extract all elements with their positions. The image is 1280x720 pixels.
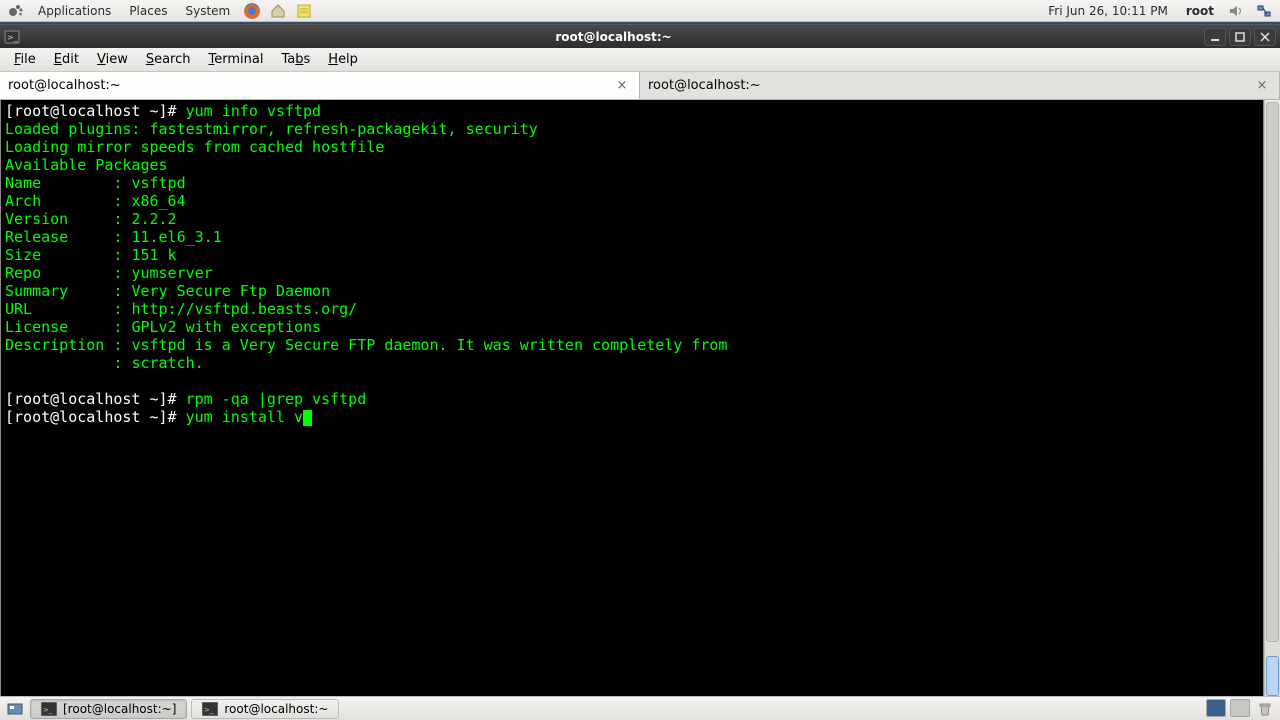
svg-text:>_: >_: [43, 706, 53, 714]
field-key: URL :: [5, 300, 131, 318]
maximize-button[interactable]: [1229, 28, 1251, 46]
cursor: [303, 410, 312, 426]
scrollbar-thumb-highlight[interactable]: [1266, 656, 1279, 696]
gnome-foot-icon[interactable]: [5, 0, 27, 22]
field-key: Release :: [5, 228, 131, 246]
field-key: Size :: [5, 246, 131, 264]
field-key: License :: [5, 318, 131, 336]
panel-left: Applications Places System: [4, 0, 316, 22]
command-text: yum install v: [186, 408, 303, 426]
field-key: Repo :: [5, 264, 131, 282]
terminal-window-icon: >_: [4, 29, 20, 45]
notes-icon[interactable]: [293, 0, 315, 22]
trash-icon[interactable]: [1254, 699, 1276, 719]
field-value: http://vsftpd.beasts.org/: [131, 300, 357, 318]
taskbar-button-1[interactable]: >_ [root@localhost:~]: [30, 699, 187, 719]
svg-text:>_: >_: [7, 33, 19, 42]
workspace-2[interactable]: [1230, 699, 1250, 717]
field-key: Arch :: [5, 192, 131, 210]
terminal-menubar: File Edit View Search Terminal Tabs Help: [0, 48, 1280, 72]
field-value: vsftpd: [131, 174, 185, 192]
gnome-bottom-panel: >_ [root@localhost:~] >_ root@localhost:…: [0, 696, 1280, 720]
clock[interactable]: Fri Jun 26, 10:11 PM: [1040, 4, 1176, 18]
scrollbar-thumb[interactable]: [1266, 102, 1279, 642]
svg-text:>_: >_: [204, 706, 214, 714]
command-text: yum info vsftpd: [186, 102, 321, 120]
show-desktop-button[interactable]: [4, 699, 26, 719]
field-value: 2.2.2: [131, 210, 176, 228]
panel-right: Fri Jun 26, 10:11 PM root: [1040, 0, 1276, 22]
close-button[interactable]: [1254, 28, 1276, 46]
prompt: [root@localhost ~]#: [5, 102, 186, 120]
system-menu[interactable]: System: [177, 2, 238, 20]
menu-view[interactable]: View: [89, 50, 136, 69]
network-icon[interactable]: [1253, 0, 1275, 22]
prompt: [root@localhost ~]#: [5, 408, 186, 426]
window-titlebar[interactable]: >_ root@localhost:~: [0, 24, 1280, 48]
terminal-tab-1[interactable]: root@localhost:~ ×: [0, 72, 640, 99]
output-line: Loaded plugins: fastestmirror, refresh-p…: [5, 120, 538, 138]
menu-edit[interactable]: Edit: [46, 50, 87, 69]
field-key: Version :: [5, 210, 131, 228]
command-text: rpm -qa |grep vsftpd: [186, 390, 367, 408]
home-icon[interactable]: [267, 0, 289, 22]
terminal-output[interactable]: [root@localhost ~]# yum info vsftpd Load…: [0, 100, 1264, 698]
tab-label: root@localhost:~: [8, 78, 121, 93]
taskbar-label: root@localhost:~: [224, 702, 328, 716]
prompt: [root@localhost ~]#: [5, 390, 186, 408]
terminal-tabstrip: root@localhost:~ × root@localhost:~ ×: [0, 72, 1280, 100]
applications-menu[interactable]: Applications: [30, 2, 119, 20]
menu-file[interactable]: File: [6, 50, 44, 69]
user-menu[interactable]: root: [1180, 4, 1220, 18]
taskbar-label: [root@localhost:~]: [63, 702, 176, 716]
field-value: scratch.: [131, 354, 203, 372]
field-key: Description :: [5, 336, 131, 354]
menu-tabs[interactable]: Tabs: [273, 50, 318, 69]
terminal-tab-2[interactable]: root@localhost:~ ×: [640, 72, 1280, 99]
taskbar-button-2[interactable]: >_ root@localhost:~: [191, 699, 339, 719]
field-value: x86_64: [131, 192, 185, 210]
volume-icon[interactable]: [1225, 0, 1247, 22]
field-key: Summary :: [5, 282, 131, 300]
terminal-scrollbar[interactable]: [1264, 100, 1280, 698]
field-value: Very Secure Ftp Daemon: [131, 282, 330, 300]
firefox-icon[interactable]: [241, 0, 263, 22]
field-value: vsftpd is a Very Secure FTP daemon. It w…: [131, 336, 727, 354]
field-value: 11.el6_3.1: [131, 228, 221, 246]
tab-close-icon[interactable]: ×: [1253, 77, 1271, 95]
tab-label: root@localhost:~: [648, 78, 761, 93]
field-value: 151 k: [131, 246, 176, 264]
field-value: yumserver: [131, 264, 212, 282]
terminal-area: [root@localhost ~]# yum info vsftpd Load…: [0, 100, 1280, 698]
field-key: Name :: [5, 174, 131, 192]
places-menu[interactable]: Places: [121, 2, 175, 20]
menu-terminal[interactable]: Terminal: [201, 50, 272, 69]
workspace-1[interactable]: [1206, 699, 1226, 717]
menu-search[interactable]: Search: [138, 50, 199, 69]
panel-right: [1206, 699, 1276, 719]
minimize-button[interactable]: [1204, 28, 1226, 46]
gnome-top-panel: Applications Places System Fri Jun 26, 1…: [0, 0, 1280, 22]
field-key: :: [5, 354, 131, 372]
tab-close-icon[interactable]: ×: [613, 77, 631, 95]
output-line: Loading mirror speeds from cached hostfi…: [5, 138, 384, 156]
field-value: GPLv2 with exceptions: [131, 318, 321, 336]
output-line: Available Packages: [5, 156, 168, 174]
menu-help[interactable]: Help: [320, 50, 366, 69]
window-title: root@localhost:~: [26, 30, 1201, 44]
